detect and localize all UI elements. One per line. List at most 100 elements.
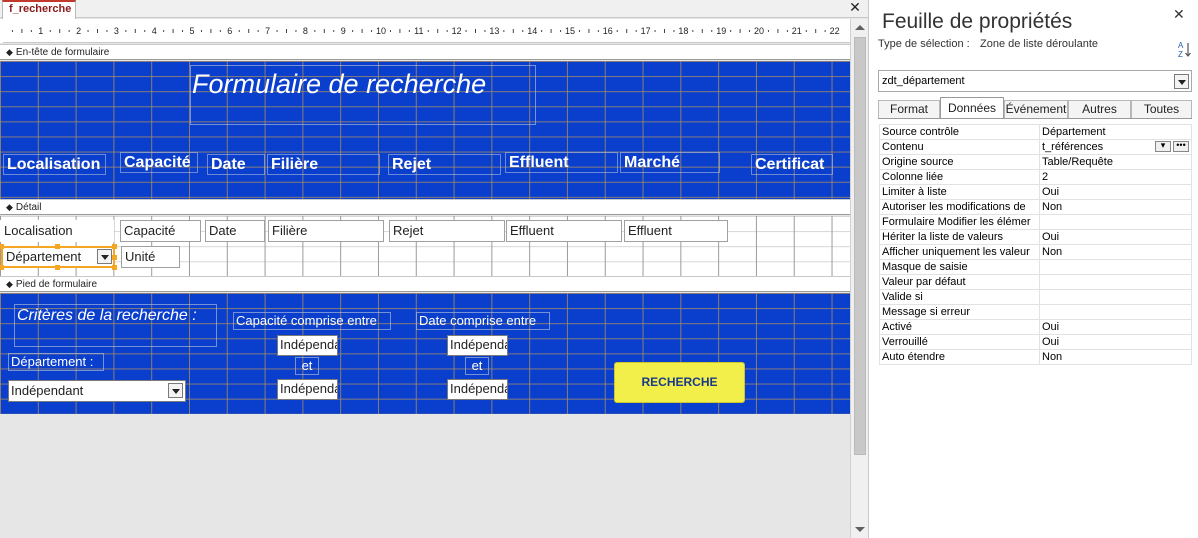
property-value[interactable] [1039,274,1192,290]
departement-filter-combo[interactable]: Indépendant [8,380,186,402]
detail-field-filiere[interactable]: Filière [268,220,384,242]
selection-handle[interactable] [112,244,117,249]
property-name[interactable]: Verrouillé [879,334,1040,350]
vertical-scrollbar[interactable] [850,19,868,538]
close-property-sheet-icon[interactable]: ✕ [1173,6,1185,23]
detail-area[interactable]: Localisation Capacité Date Filière Rejet… [0,216,850,276]
property-row[interactable]: Hériter la liste de valeurs Oui [879,229,1192,245]
scroll-up-icon[interactable] [855,25,865,30]
property-row[interactable]: Formulaire Modifier les élémer [879,214,1192,230]
property-name[interactable]: Hériter la liste de valeurs [879,229,1040,245]
property-name[interactable]: Afficher uniquement les valeur [879,244,1040,260]
date-min-field[interactable]: Indépendant [447,335,508,356]
property-value[interactable] [1039,259,1192,275]
property-name[interactable]: Origine source [879,154,1040,170]
property-row[interactable]: Verrouillé Oui [879,334,1192,350]
scrollbar-thumb[interactable] [854,37,866,455]
selection-handle[interactable] [0,265,4,270]
property-value[interactable]: Oui [1039,229,1192,245]
selection-handle[interactable] [55,244,60,249]
horizontal-ruler[interactable]: 1 2 3 4 5 6 7 8 9 10 11 12 13 14 15 16 17 18 19 20 21 22 [3,19,850,43]
detail-field-capacite[interactable]: Capacité [120,220,201,242]
tab-format[interactable]: Format [878,100,940,118]
section-bar-footer[interactable]: ◆ Pied de formulaire [0,276,850,292]
property-name[interactable]: Source contrôle [879,124,1040,140]
form-header-area[interactable]: Formulaire de recherche Localisation Cap… [0,61,850,199]
property-row[interactable]: Origine source Table/Requête [879,154,1192,170]
scroll-down-icon[interactable] [855,527,865,532]
property-row[interactable]: Colonne liée 2 [879,169,1192,185]
detail-field-effluent[interactable]: Effluent [506,220,622,242]
form-title-label[interactable]: Formulaire de recherche [190,65,536,125]
criteria-title-label[interactable]: Critères de la recherche : [14,304,217,347]
header-col-filiere[interactable]: Filière [267,154,380,175]
header-col-date[interactable]: Date [207,154,265,175]
property-row[interactable]: Afficher uniquement les valeur Non [879,244,1192,260]
property-row[interactable]: Autoriser les modifications de Non [879,199,1192,215]
property-value[interactable]: Oui [1039,319,1192,335]
property-name[interactable]: Limiter à liste [879,184,1040,200]
property-value[interactable] [1039,214,1192,230]
departement-label[interactable]: Département : [8,353,104,371]
property-value[interactable]: t_références ▾ ••• [1039,139,1192,155]
detail-field-effluent-2[interactable]: Effluent [624,220,728,242]
detail-field-unite[interactable]: Unité [121,246,180,268]
property-row[interactable]: Valide si [879,289,1192,305]
recherche-button[interactable]: RECHERCHE [614,362,745,403]
property-name[interactable]: Autoriser les modifications de [879,199,1040,215]
selection-handle[interactable] [112,265,117,270]
property-row[interactable]: Masque de saisie [879,259,1192,275]
header-col-effluent[interactable]: Effluent [505,152,618,173]
property-value[interactable]: 2 [1039,169,1192,185]
capacite-max-field[interactable]: Indépendant [277,379,338,400]
date-max-field[interactable]: Indépendant [447,379,508,400]
tab-donnees[interactable]: Données [940,97,1004,119]
dropdown-arrow-icon[interactable] [97,249,112,264]
property-name[interactable]: Message si erreur [879,304,1040,320]
builder-ellipsis-icon[interactable]: ••• [1173,141,1189,152]
property-value[interactable]: Non [1039,349,1192,365]
property-value[interactable]: Oui [1039,184,1192,200]
detail-field-date[interactable]: Date [205,220,265,242]
section-bar-header[interactable]: ◆ En-tête de formulaire [0,44,850,60]
property-name[interactable]: Valeur par défaut [879,274,1040,290]
detail-field-localisation[interactable]: Localisation [0,220,114,242]
property-row[interactable]: Auto étendre Non [879,349,1192,365]
property-name[interactable]: Valide si [879,289,1040,305]
capacite-range-label[interactable]: Capacité comprise entre [233,312,391,330]
header-col-capacite[interactable]: Capacité [120,152,198,173]
property-name[interactable]: Masque de saisie [879,259,1040,275]
selection-handle[interactable] [0,244,4,249]
property-value[interactable]: Non [1039,244,1192,260]
property-value[interactable]: Non [1039,199,1192,215]
detail-field-rejet[interactable]: Rejet [389,220,505,242]
section-bar-detail[interactable]: ◆ Détail [0,199,850,215]
property-value[interactable]: Oui [1039,334,1192,350]
object-selector[interactable]: zdt_département [878,70,1192,92]
property-value[interactable]: Table/Requête [1039,154,1192,170]
tab-evenement[interactable]: Événement [1004,100,1068,118]
property-row[interactable]: Contenu t_références ▾ ••• [879,139,1192,155]
selection-handle[interactable] [112,255,117,260]
property-value[interactable]: Département [1039,124,1192,140]
dropdown-arrow-icon[interactable]: ▾ [1155,141,1171,152]
sort-az-icon[interactable]: A Z [1176,40,1192,60]
property-row[interactable]: Valeur par défaut [879,274,1192,290]
property-name[interactable]: Colonne liée [879,169,1040,185]
property-row[interactable]: Limiter à liste Oui [879,184,1192,200]
capacite-min-field[interactable]: Indépendant [277,335,338,356]
tab-autres[interactable]: Autres [1068,100,1131,118]
property-row[interactable]: Source contrôle Département [879,124,1192,140]
document-tab-f-recherche[interactable]: f_recherche [2,0,76,19]
property-row[interactable]: Activé Oui [879,319,1192,335]
header-col-localisation[interactable]: Localisation [3,154,106,175]
property-value[interactable] [1039,304,1192,320]
capacite-and-label[interactable]: et [295,357,319,375]
date-and-label[interactable]: et [465,357,489,375]
header-col-certificat[interactable]: Certificat [751,154,833,175]
property-value[interactable] [1039,289,1192,305]
property-name[interactable]: Auto étendre [879,349,1040,365]
header-col-marche[interactable]: Marché [620,152,720,173]
selection-handle[interactable] [55,265,60,270]
property-name[interactable]: Contenu [879,139,1040,155]
